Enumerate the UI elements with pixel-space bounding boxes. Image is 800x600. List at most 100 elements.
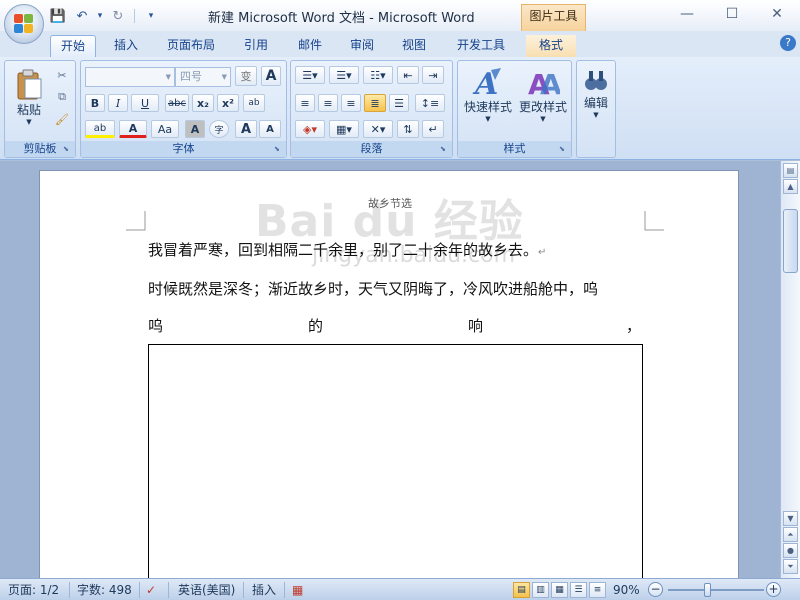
next-page-button[interactable]: ⏷ [783,559,798,574]
distribute-icon: ☰ [394,96,404,110]
dialog-launcher-icon[interactable]: ⬊ [274,145,283,154]
font-color-button[interactable]: A [119,120,147,138]
editing-button[interactable]: 编辑 ▼ [578,65,614,137]
redo-button[interactable]: ↻ [108,7,128,25]
scroll-thumb[interactable] [783,209,798,273]
sort-button[interactable]: ⇅ [397,120,419,138]
change-styles-button[interactable]: A A 更改样式 ▼ [516,65,570,137]
paragraph-mark-icon: ↵ [428,122,438,136]
decrease-indent-button[interactable]: ⇤ [397,66,419,84]
underline-button[interactable]: U [131,94,159,112]
justify-button[interactable]: ≣ [364,94,386,112]
char-shading-button[interactable]: A [185,120,205,138]
bold-button[interactable]: B [85,94,105,112]
full-screen-reading-button[interactable]: ▥ [532,582,549,598]
outline-view-button[interactable]: ☰ [570,582,587,598]
paragraph-2[interactable]: 时候既然是深冬；渐近故乡时，天气又阴晦了，冷风吹进船舱中，呜 [148,278,598,299]
numbering-button[interactable]: ☰▾ [329,66,359,84]
language-indicator[interactable]: 英语(美国) [178,582,235,598]
line-spacing-button[interactable]: ↕≡ [415,94,445,112]
font-name-combo[interactable]: ▼ [85,67,175,87]
change-case-button[interactable]: 变 [235,66,257,86]
close-button[interactable]: ✕ [757,4,797,24]
reading-icon: ▥ [536,585,545,595]
cut-button[interactable]: ✂ [53,67,71,83]
tab-developer[interactable]: 开发工具 [450,35,512,57]
shading-button[interactable]: ◈▾ [295,120,325,138]
tab-page-layout[interactable]: 页面布局 [160,35,222,57]
clear-format-button[interactable]: A [261,66,281,86]
show-marks-button[interactable]: ↵ [422,120,444,138]
office-button[interactable] [4,4,44,44]
chinese-layout-icon: ✕▾ [370,122,386,136]
tab-home[interactable]: 开始 [50,35,96,57]
case-button[interactable]: Aa [151,120,179,138]
phonetic-guide-button[interactable]: ab [243,94,265,112]
enclose-chars-button[interactable]: 字 [209,120,229,138]
ruler-icon: ▤ [786,166,795,175]
draft-view-button[interactable]: ≡ [589,582,606,598]
align-center-button[interactable]: ≡ [318,94,338,112]
previous-page-button[interactable]: ⏶ [783,527,798,542]
undo-dropdown[interactable]: ▾ [96,7,104,25]
multilevel-list-button[interactable]: ☷▾ [363,66,393,84]
increase-indent-button[interactable]: ⇥ [422,66,444,84]
underline-icon: U [140,96,150,110]
copy-button[interactable]: ⧉ [53,89,71,105]
minimize-button[interactable]: — [667,4,707,24]
customize-qat-button[interactable]: ▾ [141,7,161,25]
picture-frame[interactable] [148,344,643,578]
bullets-button[interactable]: ☰▾ [295,66,325,84]
italic-button[interactable]: I [108,94,128,112]
ruler-toggle-button[interactable]: ▤ [783,163,798,178]
web-layout-button[interactable]: ▦ [551,582,568,598]
save-button[interactable]: 💾 [48,7,68,25]
tab-format[interactable]: 格式 [526,35,576,57]
tab-references[interactable]: 引用 [236,35,276,57]
print-layout-view-button[interactable]: ▤ [513,582,530,598]
maximize-button[interactable]: ☐ [712,4,752,24]
font-size-combo[interactable]: 四号 ▼ [175,67,231,87]
dialog-launcher-icon[interactable]: ⬊ [559,145,568,154]
zoom-out-button[interactable]: − [648,582,663,597]
word-count[interactable]: 字数: 498 [77,582,132,598]
grow-font-button[interactable]: A [235,120,257,138]
page-header-text: 故乡节选 [368,197,412,210]
document-page[interactable]: Bai du 经验 jingyan.baidu.com 故乡节选 我冒着严寒，回… [39,170,739,578]
chinese-layout-button[interactable]: ✕▾ [363,120,393,138]
page-indicator[interactable]: 页面: 1/2 [8,582,59,598]
zoom-slider-thumb[interactable] [704,583,711,597]
help-button[interactable]: ? [780,35,796,51]
superscript-button[interactable]: x² [217,94,239,112]
vertical-scrollbar[interactable]: ▤ ▲ ▼ ⏶ ● ⏷ [780,161,800,578]
distribute-button[interactable]: ☰ [389,94,409,112]
highlight-button[interactable]: ab [85,120,115,138]
numbered-list-icon: ☰▾ [336,68,352,82]
tab-review[interactable]: 审阅 [342,35,382,57]
tab-mailings[interactable]: 邮件 [290,35,330,57]
zoom-in-button[interactable]: + [766,582,781,597]
scroll-down-button[interactable]: ▼ [783,511,798,526]
zoom-slider-track[interactable] [668,589,764,591]
zoom-level[interactable]: 90% [613,582,640,598]
scroll-up-button[interactable]: ▲ [783,179,798,194]
tab-view[interactable]: 视图 [394,35,434,57]
format-painter-button[interactable]: 🖌 [53,111,71,127]
select-browse-object-button[interactable]: ● [783,543,798,558]
insert-mode-indicator[interactable]: 插入 [252,582,276,598]
paragraph-1[interactable]: 我冒着严寒，回到相隔二千余里，别了二十余年的故乡去。↵ [148,239,546,260]
tab-insert[interactable]: 插入 [104,35,148,57]
borders-button[interactable]: ▦▾ [329,120,359,138]
paste-button[interactable]: 粘贴 ▼ [11,65,47,129]
align-right-button[interactable]: ≡ [341,94,361,112]
dialog-launcher-icon[interactable]: ⬊ [440,145,449,154]
quick-styles-button[interactable]: A 快速样式 ▼ [460,65,516,137]
macro-record-icon[interactable]: ▦ [292,582,303,598]
undo-button[interactable]: ↶ [72,7,92,25]
subscript-button[interactable]: x₂ [192,94,214,112]
shrink-font-button[interactable]: A [259,120,281,138]
dialog-launcher-icon[interactable]: ⬊ [63,145,72,154]
proofing-icon[interactable]: ✓ [146,582,156,598]
align-left-button[interactable]: ≡ [295,94,315,112]
strikethrough-button[interactable]: abc [165,94,189,112]
